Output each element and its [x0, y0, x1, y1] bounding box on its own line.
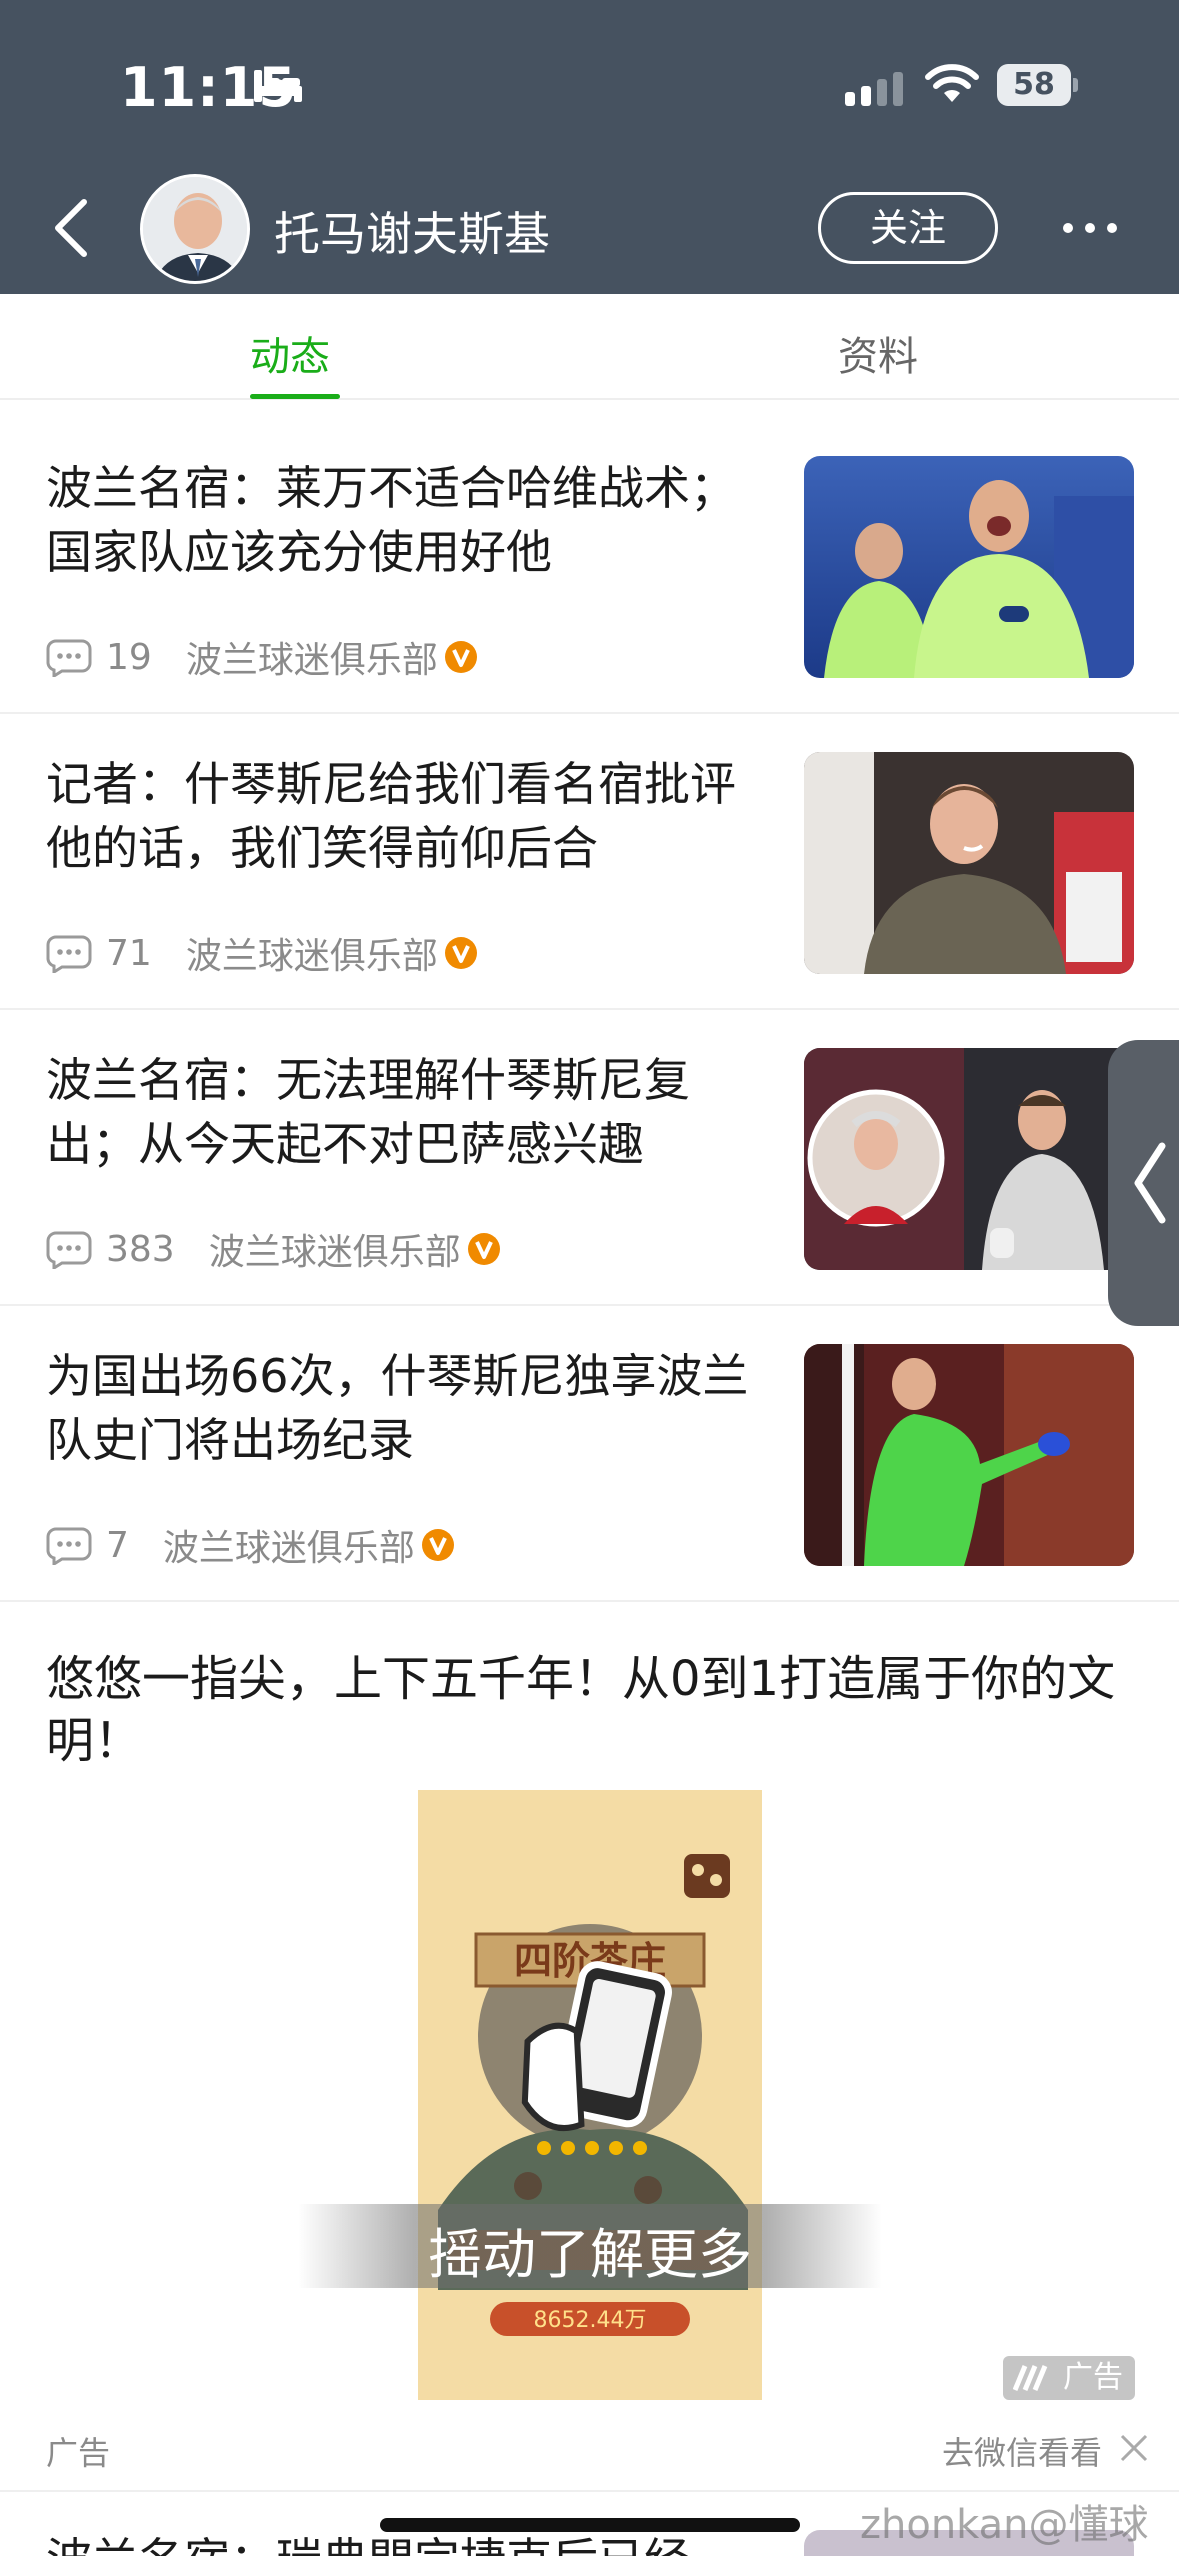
comment-icon: [46, 1231, 92, 1269]
profile-name: 托马谢夫斯基: [274, 207, 550, 261]
comment-count: 19: [106, 636, 152, 678]
feed-item-meta: 19 波兰球迷俱乐部: [46, 632, 478, 682]
ad-label: 广告: [46, 2434, 111, 2472]
feed-item[interactable]: 波兰名宿：莱万不适合哈维战术；国家队应该充分使用好他 19 波兰球迷俱乐部: [0, 418, 1179, 714]
feed-item-meta: 71 波兰球迷俱乐部: [46, 928, 478, 978]
comment-icon: [46, 639, 92, 677]
ad-badge-text: 广告: [1063, 2360, 1123, 2395]
profile-avatar[interactable]: [140, 174, 250, 284]
ad-network-logo-icon: [1013, 2365, 1048, 2391]
football-players-photo-icon: [804, 456, 1134, 678]
close-icon[interactable]: [1118, 2432, 1150, 2464]
feed-item-title: 为国出场66次，什琴斯尼独享波兰队史门将出场纪录: [46, 1349, 749, 1467]
battery-indicator: 58: [997, 64, 1078, 106]
source-name: 波兰球迷俱乐部: [162, 1528, 415, 1569]
shake-to-learn-more[interactable]: 摇动了解更多: [298, 2210, 882, 2289]
more-options-icon[interactable]: [1060, 210, 1120, 246]
feed-item-title: 波兰名宿：莱万不适合哈维战术；国家队应该充分使用好他: [46, 461, 736, 579]
comment-icon: [46, 935, 92, 973]
battery-level: 58: [997, 64, 1071, 106]
side-drawer-handle[interactable]: [1108, 1040, 1179, 1326]
verified-badge-icon: [444, 641, 477, 673]
watermark: zhonkan@懂球帝: [860, 2502, 1149, 2548]
wifi-icon: [925, 64, 979, 102]
active-tab-indicator: [250, 394, 340, 399]
comment-count: 71: [106, 932, 152, 974]
tab-bar: 动态 资料: [0, 294, 1179, 400]
ad-badge: 广告: [1003, 2356, 1135, 2400]
ad-poster[interactable]: 四阶茶庄 8652.44万: [418, 1790, 762, 2400]
goalkeeper-photo-icon: [804, 1344, 1134, 1566]
battery-tip: [1073, 78, 1078, 92]
feed-item-title: 记者：什琴斯尼给我们看名宿批评他的话，我们笑得前仰后合: [46, 757, 736, 875]
source-name: 波兰球迷俱乐部: [185, 640, 438, 681]
game-poster-illustration-icon: 四阶茶庄 8652.44万: [418, 1790, 762, 2400]
back-arrow-icon[interactable]: [48, 196, 96, 260]
tab-profile-info[interactable]: 资料: [838, 324, 918, 382]
source-name: 波兰球迷俱乐部: [208, 1232, 461, 1273]
tab-activity[interactable]: 动态: [250, 324, 330, 382]
sleep-mode-icon: [254, 70, 302, 102]
composite-portrait-photo-icon: [804, 1048, 1134, 1270]
feed-item-thumbnail: [804, 1344, 1134, 1566]
verified-badge-icon: [467, 1233, 500, 1265]
man-in-stadium-seat-photo-icon: [804, 752, 1134, 974]
ad-title[interactable]: 悠悠一指尖，上下五千年！从0到1打造属于你的文明！: [46, 1648, 1126, 1772]
comment-icon: [46, 1527, 92, 1565]
avatar-portrait-icon: [143, 177, 247, 281]
comment-count: 7: [106, 1524, 129, 1566]
home-indicator[interactable]: [380, 2518, 800, 2532]
verified-badge-icon: [421, 1529, 454, 1561]
feed-item-meta: 7 波兰球迷俱乐部: [46, 1520, 455, 1570]
feed-item[interactable]: 记者：什琴斯尼给我们看名宿批评他的话，我们笑得前仰后合 71 波兰球迷俱乐部: [0, 714, 1179, 1010]
feed-item[interactable]: 波兰名宿：无法理解什琴斯尼复出；从今天起不对巴萨感兴趣 383 波兰球迷俱乐部: [0, 1010, 1179, 1306]
top-bar: 11:15 58 托马谢夫斯基 关注: [0, 0, 1179, 294]
verified-badge-icon: [444, 937, 477, 969]
source-name: 波兰球迷俱乐部: [185, 936, 438, 977]
feed-item-meta: 383 波兰球迷俱乐部: [46, 1224, 501, 1274]
comment-count: 383: [106, 1228, 175, 1270]
cellular-signal-icon: [845, 72, 903, 106]
follow-button[interactable]: 关注: [818, 192, 998, 264]
feed-item-thumbnail: [804, 752, 1134, 974]
open-in-wechat-link[interactable]: 去微信看看: [942, 2428, 1102, 2474]
feed-item-thumbnail: [804, 1048, 1134, 1270]
feed-item[interactable]: 为国出场66次，什琴斯尼独享波兰队史门将出场纪录 7 波兰球迷俱乐部: [0, 1306, 1179, 1602]
feed-item-title: 波兰名宿：无法理解什琴斯尼复出；从今天起不对巴萨感兴趣: [46, 1053, 690, 1171]
poster-price: 8652.44万: [534, 2308, 647, 2333]
feed-item-thumbnail: [804, 456, 1134, 678]
chevron-left-icon: [1134, 1142, 1166, 1224]
